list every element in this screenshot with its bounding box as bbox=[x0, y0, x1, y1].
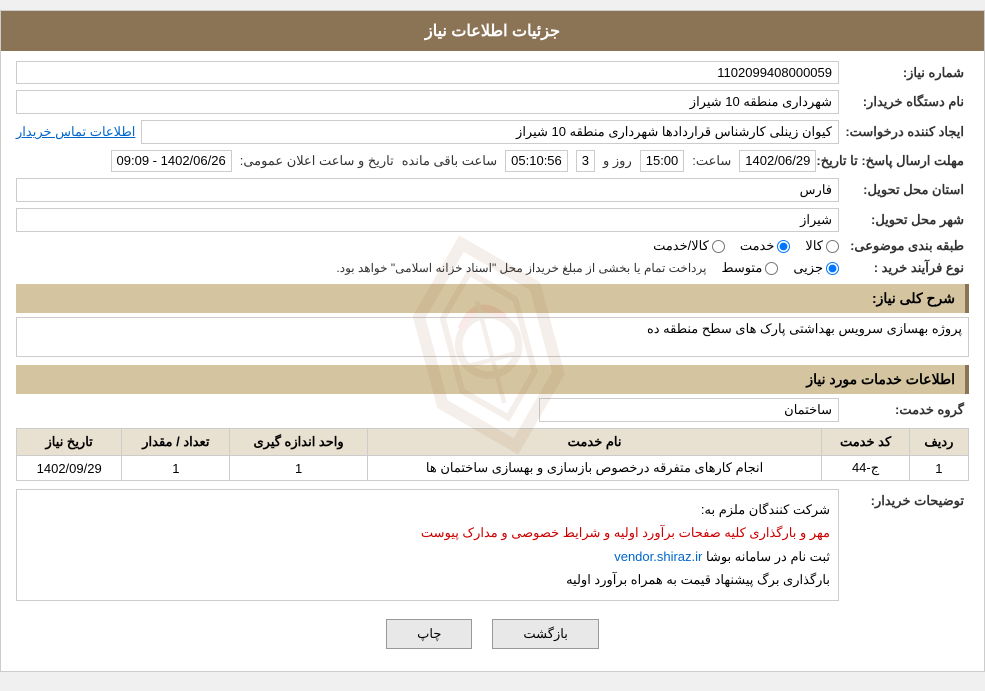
dasgah-value: شهرداری منطقه 10 شیراز bbox=[16, 90, 839, 114]
noeFarayand-label: نوع فرآیند خرید : bbox=[839, 260, 969, 276]
watermark-container: شماره نیاز: 1102099408000059 نام دستگاه … bbox=[1, 51, 984, 671]
col-name: نام خدمت bbox=[367, 429, 821, 456]
cell-vahed: 1 bbox=[230, 456, 367, 481]
tawzih-line2-text: مهر و بارگذاری کلیه صفحات برآورد اولیه و… bbox=[421, 525, 830, 540]
sharh-value: پروژه بهسازی سرویس بهداشتی پارک های سطح … bbox=[16, 317, 969, 357]
tabaqe-row: طبقه بندی موضوعی: کالا خدمت کالا/خدمت bbox=[16, 238, 969, 254]
ijad-row: ایجاد کننده درخواست: کیوان زینلی کارشناس… bbox=[16, 120, 969, 144]
sharh-section-label: شرح کلی نیاز: bbox=[872, 290, 955, 306]
tawzih-line3: ثبت نام در سامانه بوشا vendor.shiraz.ir bbox=[25, 545, 830, 568]
remaining-label: ساعت باقی مانده bbox=[402, 153, 497, 169]
tawzih-link[interactable]: vendor.shiraz.ir bbox=[614, 549, 702, 564]
ijad-group: کیوان زینلی کارشناس قراردادها شهرداری من… bbox=[16, 120, 839, 144]
dasgah-label: نام دستگاه خریدار: bbox=[839, 94, 969, 110]
noeFarayand-row: نوع فرآیند خرید : جزیی متوسط پرداخت تمام… bbox=[16, 260, 969, 276]
tawzih-box: شرکت کنندگان ملزم به: مهر و بارگذاری کلی… bbox=[16, 489, 839, 601]
shahr-label: شهر محل تحویل: bbox=[839, 212, 969, 228]
shomara-label: شماره نیاز: bbox=[839, 65, 969, 81]
radio-mottavasset-input[interactable] bbox=[765, 262, 778, 275]
announce-value: 1402/06/26 - 09:09 bbox=[111, 150, 232, 172]
cell-radif: 1 bbox=[909, 456, 968, 481]
ittilaat-link[interactable]: اطلاعات تماس خریدار bbox=[16, 124, 135, 140]
radio-mottavasset[interactable]: متوسط bbox=[721, 260, 778, 276]
grohe-row: گروه خدمت: ساختمان bbox=[16, 398, 969, 422]
radio-kala-khadamat-input[interactable] bbox=[712, 240, 725, 253]
remaining-value: 05:10:56 bbox=[505, 150, 568, 172]
page-header: جزئیات اطلاعات نیاز bbox=[1, 11, 984, 51]
radio-jozvi-input[interactable] bbox=[826, 262, 839, 275]
page-wrapper: جزئیات اطلاعات نیاز شماره نیاز: 11020994… bbox=[0, 10, 985, 672]
radio-kala-input[interactable] bbox=[826, 240, 839, 253]
cell-name: انجام کارهای متفرقه درخصوص بازسازی و بهس… bbox=[367, 456, 821, 481]
cell-tedad: 1 bbox=[122, 456, 230, 481]
col-kod: کد خدمت bbox=[822, 429, 910, 456]
back-button[interactable]: بازگشت bbox=[492, 619, 598, 649]
farayand-radio-group: جزیی متوسط پرداخت تمام یا بخشی از مبلغ خ… bbox=[16, 260, 839, 276]
mohlat-label: مهلت ارسال پاسخ: تا تاریخ: bbox=[816, 153, 969, 169]
datetime-group: 1402/06/29 ساعت: 15:00 روز و 3 05:10:56 … bbox=[16, 150, 816, 172]
cell-tarikh: 1402/09/29 bbox=[17, 456, 122, 481]
khadamat-section-header: اطلاعات خدمات مورد نیاز bbox=[16, 365, 969, 394]
tawzih-line4: بارگذاری برگ پیشنهاد قیمت به همراه برآور… bbox=[25, 568, 830, 591]
shahr-row: شهر محل تحویل: شیراز bbox=[16, 208, 969, 232]
khadamat-section-label: اطلاعات خدمات مورد نیاز bbox=[806, 371, 955, 387]
col-vahed: واحد اندازه گیری bbox=[230, 429, 367, 456]
radio-mottavasset-label: متوسط bbox=[721, 260, 762, 276]
shomara-value: 1102099408000059 bbox=[16, 61, 839, 84]
tawzih-line3-prefix: ثبت نام در سامانه بوشا bbox=[702, 549, 830, 564]
grohe-label: گروه خدمت: bbox=[839, 402, 969, 418]
dasgah-row: نام دستگاه خریدار: شهرداری منطقه 10 شیرا… bbox=[16, 90, 969, 114]
mohlat-row: مهلت ارسال پاسخ: تا تاریخ: 1402/06/29 سا… bbox=[16, 150, 969, 172]
date-value: 1402/06/29 bbox=[739, 150, 816, 172]
col-tedad: تعداد / مقدار bbox=[122, 429, 230, 456]
tawzih-line1: شرکت کنندگان ملزم به: bbox=[25, 498, 830, 521]
radio-kala-khadamat-label: کالا/خدمت bbox=[653, 238, 709, 254]
buttons-row: بازگشت چاپ bbox=[16, 607, 969, 661]
tawzih-row: توضیحات خریدار: شرکت کنندگان ملزم به: مه… bbox=[16, 489, 969, 601]
content-area: شماره نیاز: 1102099408000059 نام دستگاه … bbox=[1, 51, 984, 671]
tabaqe-radio-group: کالا خدمت کالا/خدمت bbox=[16, 238, 839, 254]
tabaqe-label: طبقه بندی موضوعی: bbox=[839, 238, 969, 254]
table-row: 1ج-44انجام کارهای متفرقه درخصوص بازسازی … bbox=[17, 456, 969, 481]
col-tarikh: تاریخ نیاز bbox=[17, 429, 122, 456]
sharh-value-box: پروژه بهسازی سرویس بهداشتی پارک های سطح … bbox=[16, 317, 969, 357]
ijad-label: ایجاد کننده درخواست: bbox=[839, 124, 969, 140]
col-radif: ردیف bbox=[909, 429, 968, 456]
farayand-note: پرداخت تمام یا بخشی از مبلغ خریداز محل "… bbox=[16, 261, 706, 275]
radio-jozvi-label: جزیی bbox=[793, 260, 823, 276]
tawzih-line2: مهر و بارگذاری کلیه صفحات برآورد اولیه و… bbox=[25, 521, 830, 544]
days-value: 3 bbox=[576, 150, 595, 172]
time-value: 15:00 bbox=[640, 150, 685, 172]
announce-label: تاریخ و ساعت اعلان عمومی: bbox=[240, 153, 394, 169]
ostan-label: استان محل تحویل: bbox=[839, 182, 969, 198]
print-button[interactable]: چاپ bbox=[386, 619, 472, 649]
shahr-value: شیراز bbox=[16, 208, 839, 232]
time-label: ساعت: bbox=[692, 153, 731, 169]
cell-kod: ج-44 bbox=[822, 456, 910, 481]
sharh-section-header: شرح کلی نیاز: bbox=[16, 284, 969, 313]
shomara-row: شماره نیاز: 1102099408000059 bbox=[16, 61, 969, 84]
grohe-value: ساختمان bbox=[539, 398, 839, 422]
radio-kala[interactable]: کالا bbox=[805, 238, 839, 254]
ostan-value: فارس bbox=[16, 178, 839, 202]
radio-jozvi[interactable]: جزیی bbox=[793, 260, 839, 276]
page-title: جزئیات اطلاعات نیاز bbox=[425, 23, 560, 40]
radio-kala-khadamat[interactable]: کالا/خدمت bbox=[653, 238, 725, 254]
ijad-value: کیوان زینلی کارشناس قراردادها شهرداری من… bbox=[141, 120, 839, 144]
radio-khadamat-input[interactable] bbox=[777, 240, 790, 253]
radio-khadamat-label: خدمت bbox=[740, 238, 775, 254]
radio-khadamat[interactable]: خدمت bbox=[740, 238, 791, 254]
ostan-row: استان محل تحویل: فارس bbox=[16, 178, 969, 202]
tawzih-label: توضیحات خریدار: bbox=[839, 489, 969, 509]
service-table: ردیف کد خدمت نام خدمت واحد اندازه گیری ت… bbox=[16, 428, 969, 481]
days-label: روز و bbox=[603, 153, 632, 169]
radio-kala-label: کالا bbox=[805, 238, 823, 254]
